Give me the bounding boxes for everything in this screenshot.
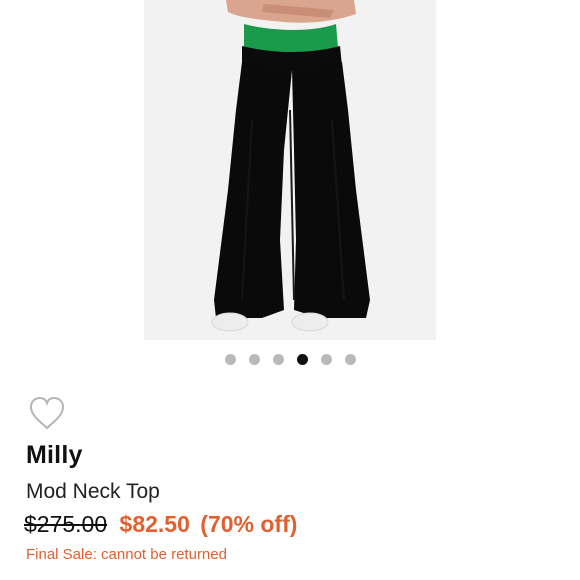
carousel-dot[interactable] [344, 354, 356, 365]
product-image[interactable] [144, 0, 436, 340]
product-title: Mod Neck Top [26, 480, 160, 503]
carousel-dot[interactable] [224, 354, 236, 365]
sale-price: $82.50 [119, 511, 190, 537]
product-photo-illustration [144, 0, 436, 340]
price-row: $275.00 $82.50 (70% off) [24, 511, 297, 538]
carousel-dot[interactable] [320, 354, 332, 365]
discount-badge: (70% off) [200, 511, 298, 537]
heart-outline-icon[interactable] [28, 395, 66, 431]
product-brand[interactable]: Milly [26, 441, 83, 470]
carousel-dot[interactable] [272, 354, 284, 365]
carousel-dot[interactable] [296, 354, 308, 365]
product-page: Milly Mod Neck Top $275.00 $82.50 (70% o… [0, 0, 580, 580]
original-price: $275.00 [24, 511, 108, 537]
image-carousel-dots [0, 354, 580, 365]
final-sale-note: Final Sale: cannot be returned [26, 546, 227, 563]
carousel-dot[interactable] [248, 354, 260, 365]
